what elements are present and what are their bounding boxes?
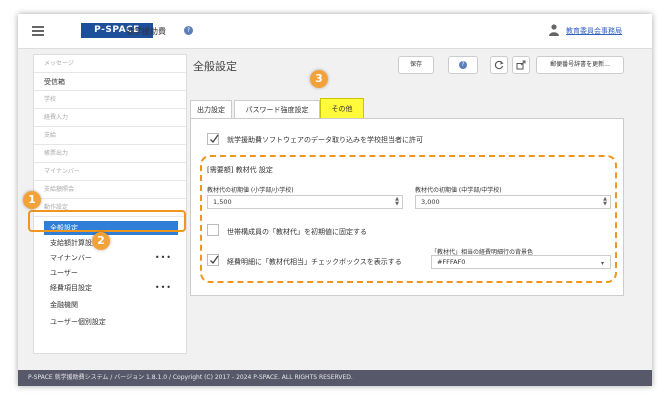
sidebar-sub-user-individual[interactable]: ユーザー個別設定: [44, 315, 178, 329]
user-icon: [549, 24, 559, 36]
sidebar-item-mynumber[interactable]: マイナンバー: [34, 163, 186, 181]
sidebar-item-messages[interactable]: メッセージ: [34, 55, 186, 73]
save-button[interactable]: 保存: [398, 56, 434, 74]
refresh-button[interactable]: [490, 56, 508, 74]
more-icon[interactable]: •••: [155, 281, 172, 295]
user-link[interactable]: 教育委員会事務局: [566, 26, 622, 36]
annotation-marker-1: 1: [23, 191, 41, 209]
tab-output-settings[interactable]: 出力設定: [190, 100, 232, 119]
export-button[interactable]: [512, 56, 530, 74]
sidebar-sub-payment-calc[interactable]: 支給額計算設定: [44, 236, 178, 250]
sidebar-item-inbox[interactable]: 受信箱: [34, 73, 186, 91]
allow-import-checkbox[interactable]: [207, 133, 219, 145]
export-icon: [516, 60, 526, 70]
update-zip-dictionary-button[interactable]: 郵便番号辞書を更新...: [536, 56, 624, 74]
page-title: 全般設定: [193, 60, 237, 73]
sidebar-item-reports[interactable]: 帳票出力: [34, 145, 186, 163]
sidebar-sub-users[interactable]: ユーザー: [44, 266, 178, 280]
tab-other[interactable]: その他: [320, 98, 364, 119]
allow-import-label: 就学援助費ソフトウェアのデータ取り込みを学校担当者に許可: [227, 136, 423, 144]
sidebar: メッセージ 受信箱 学校 経費入力 支給 帳票出力 マイナンバー 支給額照会 動…: [33, 54, 187, 354]
annotation-dashed-box: [200, 155, 617, 283]
sidebar-item-payment[interactable]: 支給: [34, 127, 186, 145]
app-window: P-SPACE 就学援助費 ? 教育委員会事務局 メッセージ 受信箱 学校 経費…: [18, 14, 652, 386]
help-icon[interactable]: ?: [184, 26, 193, 35]
check-icon: [210, 134, 219, 144]
help-button[interactable]: ?: [448, 56, 478, 74]
annotation-marker-2: 2: [92, 232, 110, 250]
sidebar-sub-expense-items[interactable]: 経費項目設定 •••: [44, 281, 178, 295]
sidebar-item-payment-inquiry[interactable]: 支給額照会: [34, 181, 186, 199]
sidebar-item-school[interactable]: 学校: [34, 91, 186, 109]
refresh-icon: [494, 60, 504, 70]
hamburger-menu-icon[interactable]: [32, 26, 44, 36]
top-bar: P-SPACE 就学援助費 ? 教育委員会事務局: [18, 14, 652, 49]
footer: P-SPACE 就学援助費システム / バージョン 1.8.1.0 / Copy…: [18, 370, 652, 386]
tab-password-strength[interactable]: パスワード強度設定: [234, 100, 320, 119]
help-icon: ?: [459, 60, 467, 69]
sidebar-item-expense-input[interactable]: 経費入力: [34, 109, 186, 127]
more-icon[interactable]: •••: [155, 251, 172, 265]
app-title: 就学援助費: [126, 27, 166, 36]
sidebar-sub-banks[interactable]: 金融機関: [44, 298, 178, 312]
annotation-highlight-box: [28, 210, 186, 232]
sidebar-sub-mynumber[interactable]: マイナンバー •••: [44, 251, 178, 265]
annotation-marker-3: 3: [310, 70, 328, 88]
